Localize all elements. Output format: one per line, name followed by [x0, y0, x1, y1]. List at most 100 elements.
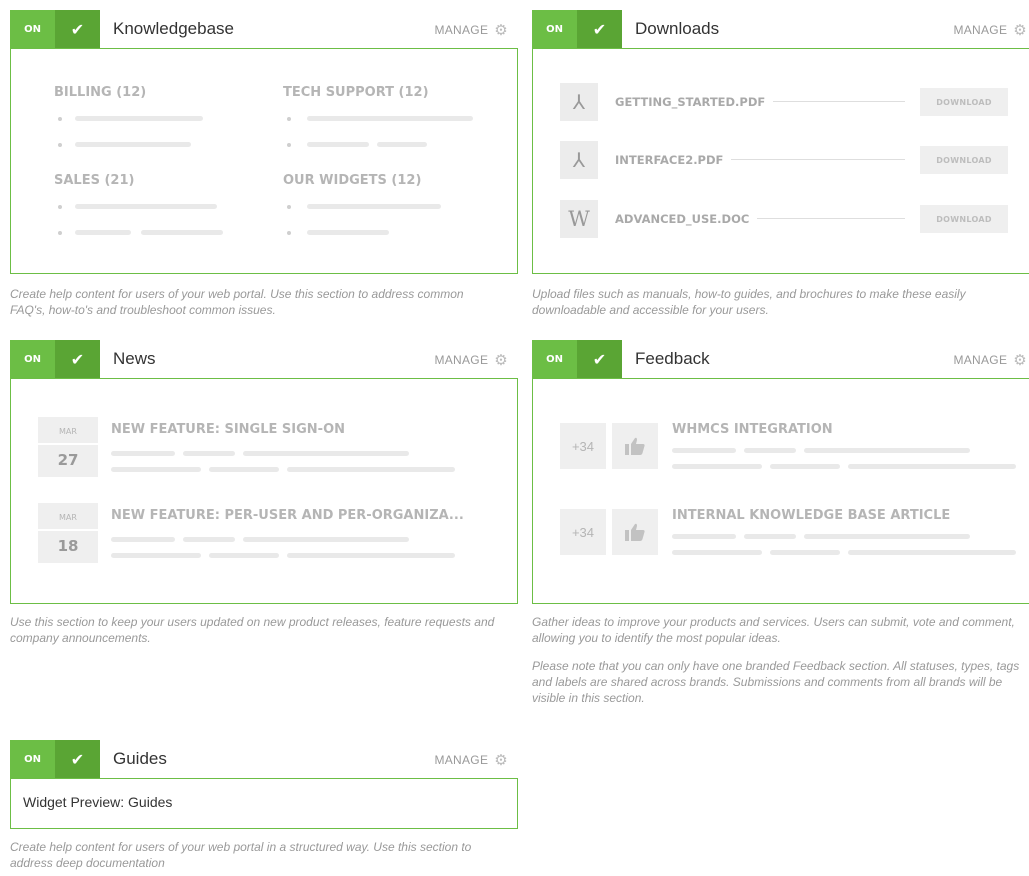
placeholder-line — [770, 464, 840, 469]
bullet — [287, 205, 291, 209]
placeholder-line — [377, 142, 427, 147]
gear-icon: ⚙ — [1013, 351, 1027, 369]
placeholder-line — [75, 116, 203, 121]
feedback-preview: +34 WHMCS INTEGRATION +34 INTERNAL KNOWL… — [532, 378, 1029, 604]
download-button[interactable]: DOWNLOAD — [920, 146, 1008, 174]
file-name: GETTING_STARTED.PDF — [615, 95, 774, 109]
manage-button[interactable]: MANAGE ⚙ — [434, 21, 508, 39]
placeholder-line — [287, 467, 455, 472]
manage-button[interactable]: MANAGE ⚙ — [953, 351, 1027, 369]
vote-count: +34 — [560, 509, 606, 555]
news-title: NEW FEATURE: SINGLE SIGN-ON — [111, 422, 345, 437]
placeholder-line — [672, 534, 736, 539]
downloads-preview: ⅄ GETTING_STARTED.PDF DOWNLOAD ⅄ INTERFA… — [532, 48, 1029, 274]
knowledgebase-toggle[interactable]: ON ✔ — [10, 10, 100, 48]
module-title: Knowledgebase — [113, 19, 234, 38]
gear-icon: ⚙ — [1013, 21, 1027, 39]
news-toggle[interactable]: ON ✔ — [10, 340, 100, 378]
placeholder-line — [672, 550, 762, 555]
pdf-icon: ⅄ — [560, 83, 598, 121]
gear-icon: ⚙ — [494, 21, 508, 39]
module-header: ON ✔ Knowledgebase MANAGE ⚙ — [10, 10, 518, 48]
module-note: Please note that you can only have one b… — [532, 659, 1020, 705]
file-name: INTERFACE2.PDF — [615, 153, 732, 167]
gear-icon: ⚙ — [494, 751, 508, 769]
module-title: Feedback — [635, 349, 710, 368]
placeholder-line — [287, 553, 455, 558]
file-name: ADVANCED_USE.DOC — [615, 212, 758, 226]
module-description: Gather ideas to improve your products an… — [532, 615, 1015, 645]
guides-toggle[interactable]: ON ✔ — [10, 740, 100, 778]
downloads-module: ON ✔ Downloads MANAGE ⚙ ⅄ GETTING_STARTE… — [532, 10, 1029, 317]
knowledgebase-preview: BILLING (12) TECH SUPPORT (12) SALES (21… — [10, 48, 518, 274]
thumbs-up-glyph — [625, 523, 645, 541]
download-button[interactable]: DOWNLOAD — [920, 205, 1008, 233]
bullet — [287, 143, 291, 147]
module-description: Create help content for users of your we… — [10, 287, 464, 317]
word-doc-icon: W — [560, 200, 598, 238]
thumbs-up-icon — [612, 509, 658, 555]
feedback-toggle[interactable]: ON ✔ — [532, 340, 622, 378]
date-badge: MAR 18 — [38, 503, 98, 563]
thumbs-up-glyph — [625, 437, 645, 455]
toggle-on-label: ON — [24, 23, 41, 35]
kb-category: TECH SUPPORT (12) — [283, 85, 429, 100]
placeholder-line — [307, 142, 369, 147]
manage-label: MANAGE — [434, 353, 489, 367]
download-button[interactable]: DOWNLOAD — [920, 88, 1008, 116]
toggle-on-label: ON — [24, 353, 41, 365]
kb-category: OUR WIDGETS (12) — [283, 173, 422, 188]
manage-label: MANAGE — [953, 23, 1008, 37]
placeholder-line — [672, 448, 736, 453]
date-badge: MAR 27 — [38, 417, 98, 477]
module-title: Guides — [113, 749, 167, 768]
gear-icon: ⚙ — [494, 351, 508, 369]
check-icon: ✔ — [55, 10, 100, 48]
module-description: Upload files such as manuals, how-to gui… — [532, 287, 966, 317]
bullet — [58, 205, 62, 209]
module-title: Downloads — [635, 19, 720, 38]
manage-button[interactable]: MANAGE ⚙ — [953, 21, 1027, 39]
placeholder-line — [804, 448, 970, 453]
placeholder-line — [111, 553, 201, 558]
kb-category: SALES (21) — [54, 173, 135, 188]
manage-button[interactable]: MANAGE ⚙ — [434, 751, 508, 769]
placeholder-line — [209, 553, 279, 558]
bullet — [58, 143, 62, 147]
toggle-on-label: ON — [546, 353, 563, 365]
module-description: Use this section to keep your users upda… — [10, 615, 495, 645]
vote-count: +34 — [560, 423, 606, 469]
toggle-on-label: ON — [24, 753, 41, 765]
placeholder-line — [141, 230, 223, 235]
bullet — [58, 117, 62, 121]
date-month: MAR — [59, 513, 77, 522]
news-module: ON ✔ News MANAGE ⚙ MAR 27 NEW FEATURE: S… — [10, 340, 518, 645]
placeholder-line — [848, 464, 1016, 469]
check-icon: ✔ — [55, 340, 100, 378]
guides-module: ON ✔ Guides MANAGE ⚙ Widget Preview: Gui… — [10, 740, 518, 870]
placeholder-line — [672, 464, 762, 469]
manage-button[interactable]: MANAGE ⚙ — [434, 351, 508, 369]
news-preview: MAR 27 NEW FEATURE: SINGLE SIGN-ON MAR 1… — [10, 378, 518, 604]
date-day: 18 — [57, 537, 79, 555]
knowledgebase-module: ON ✔ Knowledgebase MANAGE ⚙ BILLING (12)… — [10, 10, 518, 317]
placeholder-line — [243, 451, 409, 456]
placeholder-line — [243, 537, 409, 542]
divider — [38, 529, 98, 531]
placeholder-line — [75, 142, 191, 147]
module-title: News — [113, 349, 156, 368]
manage-label: MANAGE — [953, 353, 1008, 367]
module-header: ON ✔ Downloads MANAGE ⚙ — [532, 10, 1029, 48]
placeholder-line — [848, 550, 1016, 555]
thumbs-up-icon — [612, 423, 658, 469]
placeholder-line — [744, 448, 796, 453]
bullet — [287, 117, 291, 121]
module-header: ON ✔ News MANAGE ⚙ — [10, 340, 518, 378]
guides-preview: Widget Preview: Guides — [10, 778, 518, 829]
module-header: ON ✔ Feedback MANAGE ⚙ — [532, 340, 1029, 378]
placeholder-line — [770, 550, 840, 555]
placeholder-line — [111, 451, 175, 456]
divider — [38, 443, 98, 445]
downloads-toggle[interactable]: ON ✔ — [532, 10, 622, 48]
bullet — [287, 231, 291, 235]
